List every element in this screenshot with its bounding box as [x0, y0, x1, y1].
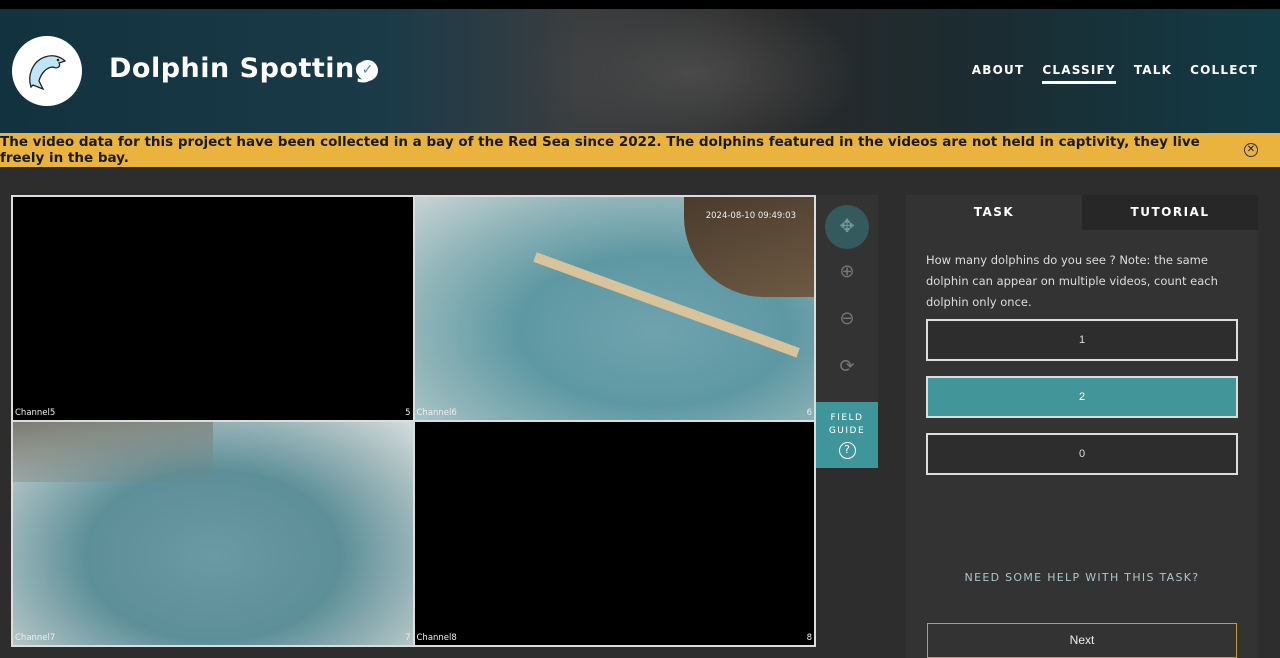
task-tabs: TASK TUTORIAL [906, 195, 1258, 230]
task-panel: TASK TUTORIAL How many dolphins do you s… [906, 195, 1258, 658]
channel-number: 7 [405, 633, 411, 643]
nav-about[interactable]: ABOUT [972, 63, 1025, 84]
channel-number: 5 [405, 408, 411, 418]
video-viewer[interactable]: Channel5 5 2024-08-10 09:49:03 Channel6 … [11, 195, 816, 647]
channel-number: 8 [806, 633, 812, 643]
banner-text: The video data for this project have bee… [0, 134, 1200, 166]
zoom-out-icon[interactable]: ⊖ [825, 297, 869, 341]
timestamp: 2024-08-10 09:49:03 [705, 211, 796, 221]
nav-classify[interactable]: CLASSIFY [1042, 63, 1116, 84]
next-button[interactable]: Next [927, 623, 1237, 658]
channel-label: Channel8 [416, 633, 457, 643]
field-guide-line1: FIELD [830, 413, 864, 423]
header-background [520, 9, 860, 133]
channel-label: Channel6 [416, 408, 457, 418]
task-help-link[interactable]: NEED SOME HELP WITH THIS TASK? [906, 571, 1258, 584]
answer-0-button[interactable]: 0 [926, 433, 1238, 475]
move-icon[interactable]: ✥ [825, 205, 869, 249]
field-guide-button[interactable]: FIELD GUIDE ? [816, 402, 878, 468]
channel-number: 6 [806, 408, 812, 418]
hillside [13, 422, 213, 482]
answer-2-button[interactable]: 2 [926, 376, 1238, 418]
rotate-icon[interactable]: ⟳ [825, 345, 869, 389]
field-guide-line2: GUIDE [828, 426, 866, 436]
channel-label: Channel7 [15, 633, 56, 643]
video-cell-channel7: Channel7 7 [13, 422, 413, 645]
nav-talk[interactable]: TALK [1134, 63, 1172, 84]
nav-collect[interactable]: COLLECT [1190, 63, 1258, 84]
project-nav: ABOUT CLASSIFY TALK COLLECT [972, 63, 1258, 84]
tab-task[interactable]: TASK [906, 195, 1082, 230]
video-cell-channel6: 2024-08-10 09:49:03 Channel6 6 [414, 197, 814, 420]
zoom-in-icon[interactable]: ⊕ [825, 250, 869, 294]
answer-1-button[interactable]: 1 [926, 319, 1238, 361]
project-avatar[interactable] [12, 36, 82, 106]
video-cell-channel8: Channel8 8 [414, 422, 814, 645]
close-icon[interactable]: ✕ [1244, 143, 1258, 157]
announcement-banner: The video data for this project have bee… [0, 133, 1280, 167]
dolphin-logo-icon [29, 55, 67, 91]
project-header: Dolphin Spotting ✓ ABOUT CLASSIFY TALK C… [0, 9, 1280, 133]
verified-check-icon: ✓ [357, 60, 378, 81]
video-cell-channel5: Channel5 5 [13, 197, 413, 420]
task-question: How many dolphins do you see ? Note: the… [926, 253, 1218, 309]
project-title[interactable]: Dolphin Spotting [109, 53, 375, 84]
question-icon: ? [838, 442, 856, 459]
channel-label: Channel5 [15, 408, 56, 418]
tab-tutorial[interactable]: TUTORIAL [1082, 195, 1258, 230]
top-bar [0, 0, 1280, 9]
